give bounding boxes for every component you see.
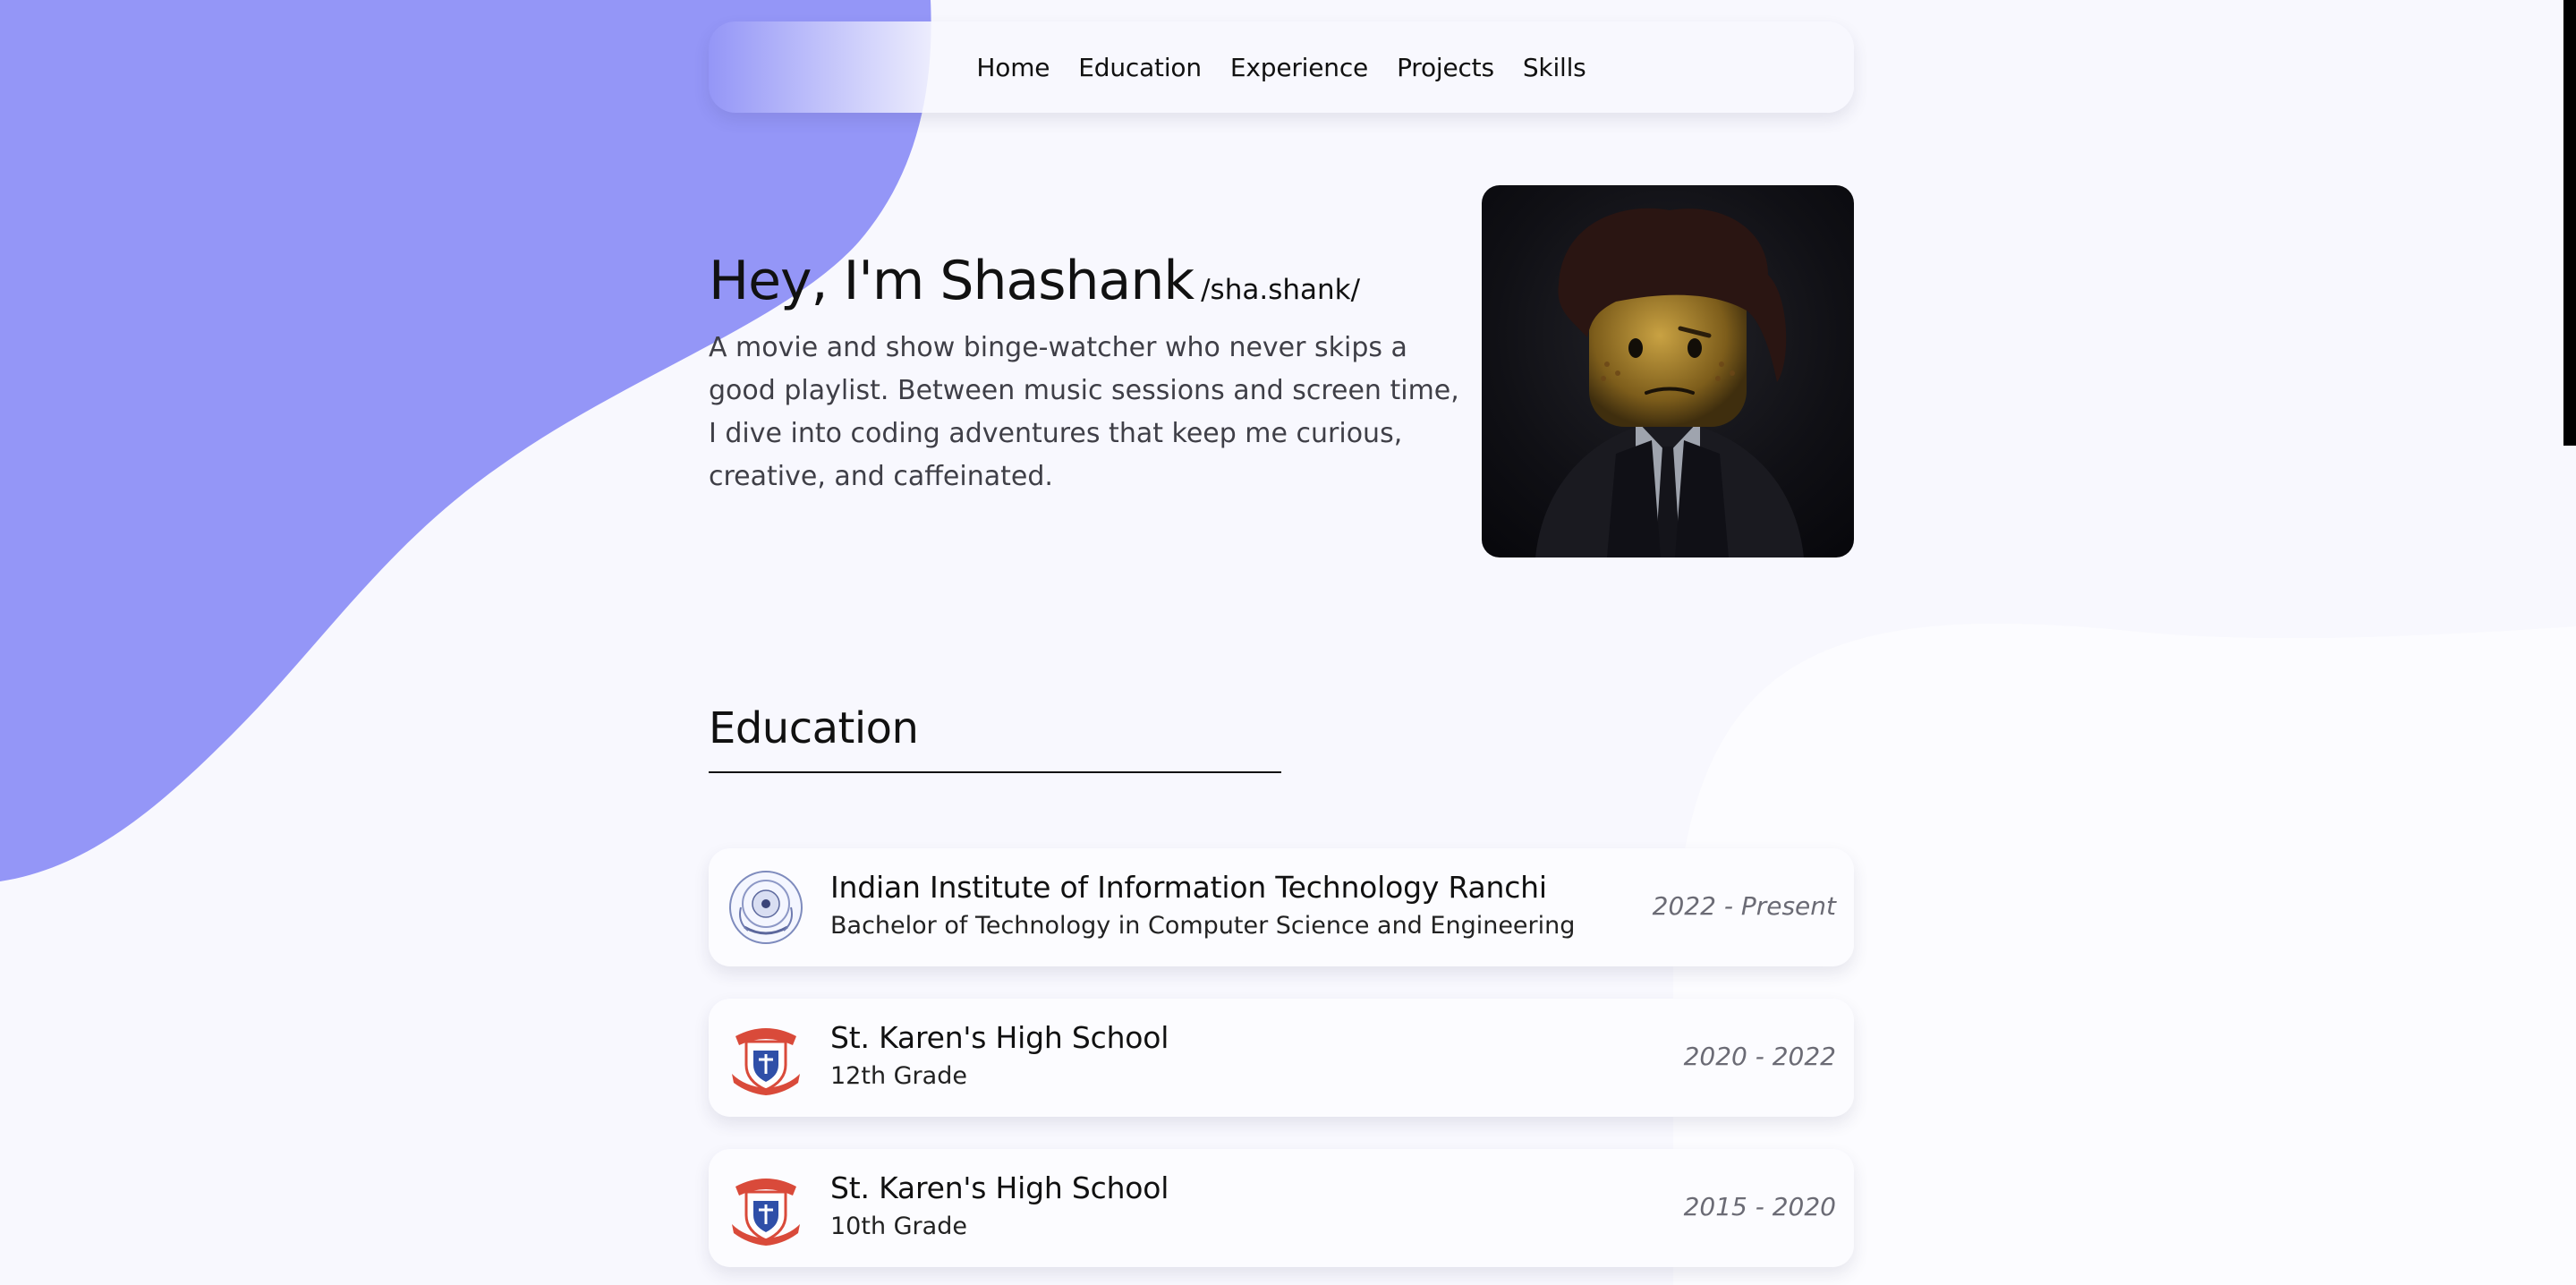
education-school-name: St. Karen's High School <box>830 1020 1169 1055</box>
hero-greeting: Hey, I'm Shashank <box>709 250 1194 312</box>
education-degree: 10th Grade <box>830 1213 967 1240</box>
nav-education[interactable]: Education <box>1078 53 1202 82</box>
education-divider <box>709 771 1281 773</box>
iiit-ranchi-seal-icon <box>729 871 803 944</box>
education-item-iiit-ranchi: Indian Institute of Information Technolo… <box>709 848 1854 966</box>
nav-skills[interactable]: Skills <box>1523 53 1586 82</box>
hero-title: Hey, I'm Shashank/sha.shank/ <box>709 251 1460 311</box>
education-item-texts: St. Karen's High School 12th Grade <box>830 1020 1169 1092</box>
nav-experience[interactable]: Experience <box>1230 53 1368 82</box>
school-crest-icon <box>732 1179 800 1246</box>
education-item-texts: St. Karen's High School 10th Grade <box>830 1170 1169 1242</box>
education-degree: Bachelor of Technology in Computer Scien… <box>830 912 1576 940</box>
hero-section: Hey, I'm Shashank/sha.shank/ A movie and… <box>709 185 1854 557</box>
school-crest-icon <box>732 1028 800 1095</box>
nav-home[interactable]: Home <box>976 53 1050 82</box>
education-list: Indian Institute of Information Technolo… <box>709 848 1854 1285</box>
education-item-texts: Indian Institute of Information Technolo… <box>830 870 1575 941</box>
lego-minifigure-portrait-icon <box>1535 208 1804 557</box>
education-years: 2022 - Present <box>1652 891 1836 921</box>
education-degree: 12th Grade <box>830 1062 967 1090</box>
education-years: 2020 - 2022 <box>1683 1042 1836 1071</box>
education-item-10th-grade: St. Karen's High School 10th Grade 2015 … <box>709 1149 1854 1267</box>
page: Home Education Experience Projects Skill… <box>0 0 2576 1285</box>
education-school-name: Indian Institute of Information Technolo… <box>830 870 1547 905</box>
education-school-name: St. Karen's High School <box>830 1170 1169 1205</box>
scrollbar-thumb[interactable] <box>2563 0 2576 446</box>
hero-description: A movie and show binge-watcher who never… <box>709 332 1459 492</box>
education-heading: Education <box>709 703 919 753</box>
nav-projects[interactable]: Projects <box>1397 53 1494 82</box>
profile-avatar <box>1482 185 1854 557</box>
hero-pronunciation: /sha.shank/ <box>1201 274 1361 306</box>
education-years: 2015 - 2020 <box>1683 1192 1836 1221</box>
top-navbar: Home Education Experience Projects Skill… <box>709 21 1854 113</box>
education-item-12th-grade: St. Karen's High School 12th Grade 2020 … <box>709 999 1854 1117</box>
hero-text: Hey, I'm Shashank/sha.shank/ A movie and… <box>709 251 1460 498</box>
